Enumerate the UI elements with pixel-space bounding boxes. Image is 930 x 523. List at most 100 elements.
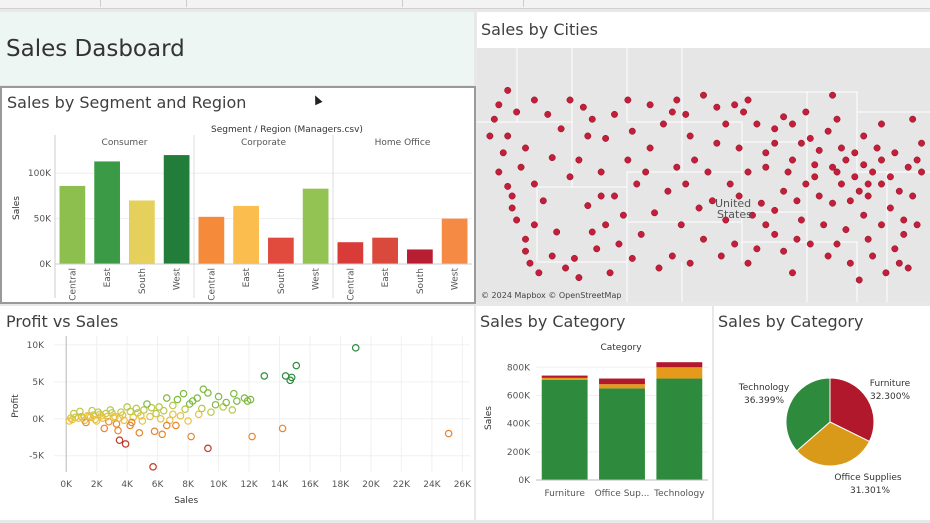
city-marker (717, 252, 725, 260)
x-tick-label: East (103, 268, 113, 288)
city-marker (633, 180, 641, 188)
city-marker (651, 209, 659, 217)
segment-bar (59, 185, 86, 264)
segment-bar (441, 218, 468, 264)
city-marker (575, 156, 583, 164)
x-tick-label: 22K (393, 480, 411, 490)
city-marker (895, 187, 903, 195)
city-marker (486, 132, 494, 140)
city-marker (797, 139, 805, 147)
scatter-point (181, 405, 189, 413)
city-marker (504, 86, 512, 94)
city-marker (904, 264, 912, 272)
city-marker (615, 240, 623, 248)
city-map[interactable]: United States © 2024 Mapbox © OpenStreet… (477, 12, 930, 302)
city-marker (878, 156, 885, 164)
toolbar-tab[interactable] (187, 0, 403, 7)
city-marker (668, 252, 676, 260)
city-marker (673, 96, 681, 104)
dashboard-title-panel: Sales Dasboard (0, 12, 474, 85)
dashboard-title: Sales Dasboard (6, 36, 185, 62)
city-marker (713, 139, 721, 147)
x-tick-label: South (277, 268, 287, 294)
sales-by-cities-panel[interactable]: Sales by Cities United States © 2024 Map… (477, 12, 930, 302)
category-bar-segment (541, 377, 588, 380)
city-marker (824, 127, 832, 135)
segment-region-chart[interactable]: Segment / Region (Managers.csv) 0K 50K 100… (2, 88, 474, 302)
scatter-point (169, 401, 177, 410)
segment-bar (302, 188, 329, 264)
group-label: Consumer (102, 138, 148, 148)
profit-vs-sales-panel[interactable]: Profit vs Sales -5K 0K 5K 10K 0K 2K 4K 6K 8K 10K 1… (0, 306, 474, 520)
segment-bar (407, 249, 433, 264)
segment-bar (372, 237, 398, 264)
city-marker (900, 230, 908, 238)
pie-slice-label: Technology (738, 383, 790, 393)
city-marker (628, 127, 636, 135)
city-marker (838, 144, 845, 152)
y-tick-label: 0K (39, 260, 52, 270)
category-pie-chart[interactable]: Furniture 32.300% Office Supplies 31.301% Te… (714, 306, 930, 520)
x-tick-label: 2K (91, 480, 104, 490)
profit-vs-sales-chart[interactable]: -5K 0K 5K 10K 0K 2K 4K 6K 8K 10K 12K 14K 16K 18K 20K 22… (0, 306, 474, 520)
toolbar-tab[interactable] (403, 0, 524, 7)
scatter-point (204, 444, 212, 453)
segment-region-panel[interactable]: Sales by Segment and Region Segment / Re… (0, 86, 476, 304)
city-marker (869, 252, 877, 260)
city-marker (846, 259, 854, 267)
city-marker (664, 187, 672, 195)
city-marker (602, 134, 610, 142)
x-axis-label: Sales (174, 496, 198, 506)
scatter-point (207, 408, 215, 416)
city-marker (829, 91, 836, 99)
toolbar-tab[interactable] (0, 0, 101, 7)
segment-region-header: Segment / Region (Managers.csv) (211, 125, 363, 135)
city-marker (918, 139, 925, 147)
y-tick-label: 400K (507, 420, 531, 430)
y-tick-label: 0K (518, 476, 531, 486)
city-marker (508, 204, 516, 212)
city-marker (628, 254, 636, 262)
city-marker (660, 120, 667, 128)
scatter-point (292, 361, 301, 370)
sales-by-category-pie-panel[interactable]: Sales by Category Furniture 32.300% Office… (714, 306, 930, 520)
category-bar-segment (541, 375, 588, 378)
city-marker (695, 204, 703, 212)
city-marker (673, 163, 681, 171)
city-marker (504, 182, 512, 190)
scatter-point (204, 389, 212, 397)
city-marker (522, 235, 529, 243)
city-marker (744, 168, 752, 176)
group-label: Home Office (375, 138, 431, 148)
city-marker (789, 156, 796, 164)
city-marker (731, 240, 739, 248)
city-marker (771, 230, 779, 238)
city-marker (682, 180, 690, 188)
category-stacked-bar-chart[interactable]: Category 0K 200K 400K 600K 800K Sales Furnitur… (476, 306, 712, 520)
city-marker (882, 269, 890, 277)
city-marker (646, 101, 654, 109)
city-marker (762, 221, 770, 229)
sales-by-category-bar-panel[interactable]: Sales by Category Category 0K 200K 400K 600… (476, 306, 712, 520)
city-marker (700, 235, 707, 243)
x-tick-label: 18K (332, 480, 350, 490)
city-marker (530, 180, 538, 188)
city-marker (833, 240, 841, 248)
city-marker (886, 204, 894, 212)
city-marker (490, 115, 498, 123)
toolbar-tab[interactable] (101, 0, 187, 7)
city-marker (642, 168, 650, 176)
x-tick-label: Technology (653, 489, 705, 499)
city-marker (838, 180, 845, 188)
city-marker (566, 173, 574, 181)
x-tick-label: 10K (210, 480, 228, 490)
x-tick-label: 26K (454, 480, 472, 490)
city-marker (686, 259, 694, 267)
city-marker (753, 245, 761, 253)
segment-bar (337, 242, 364, 264)
city-marker (900, 216, 908, 224)
city-marker (637, 230, 645, 238)
scatter-point (150, 427, 159, 436)
city-marker (495, 168, 503, 176)
city-marker (806, 240, 814, 248)
